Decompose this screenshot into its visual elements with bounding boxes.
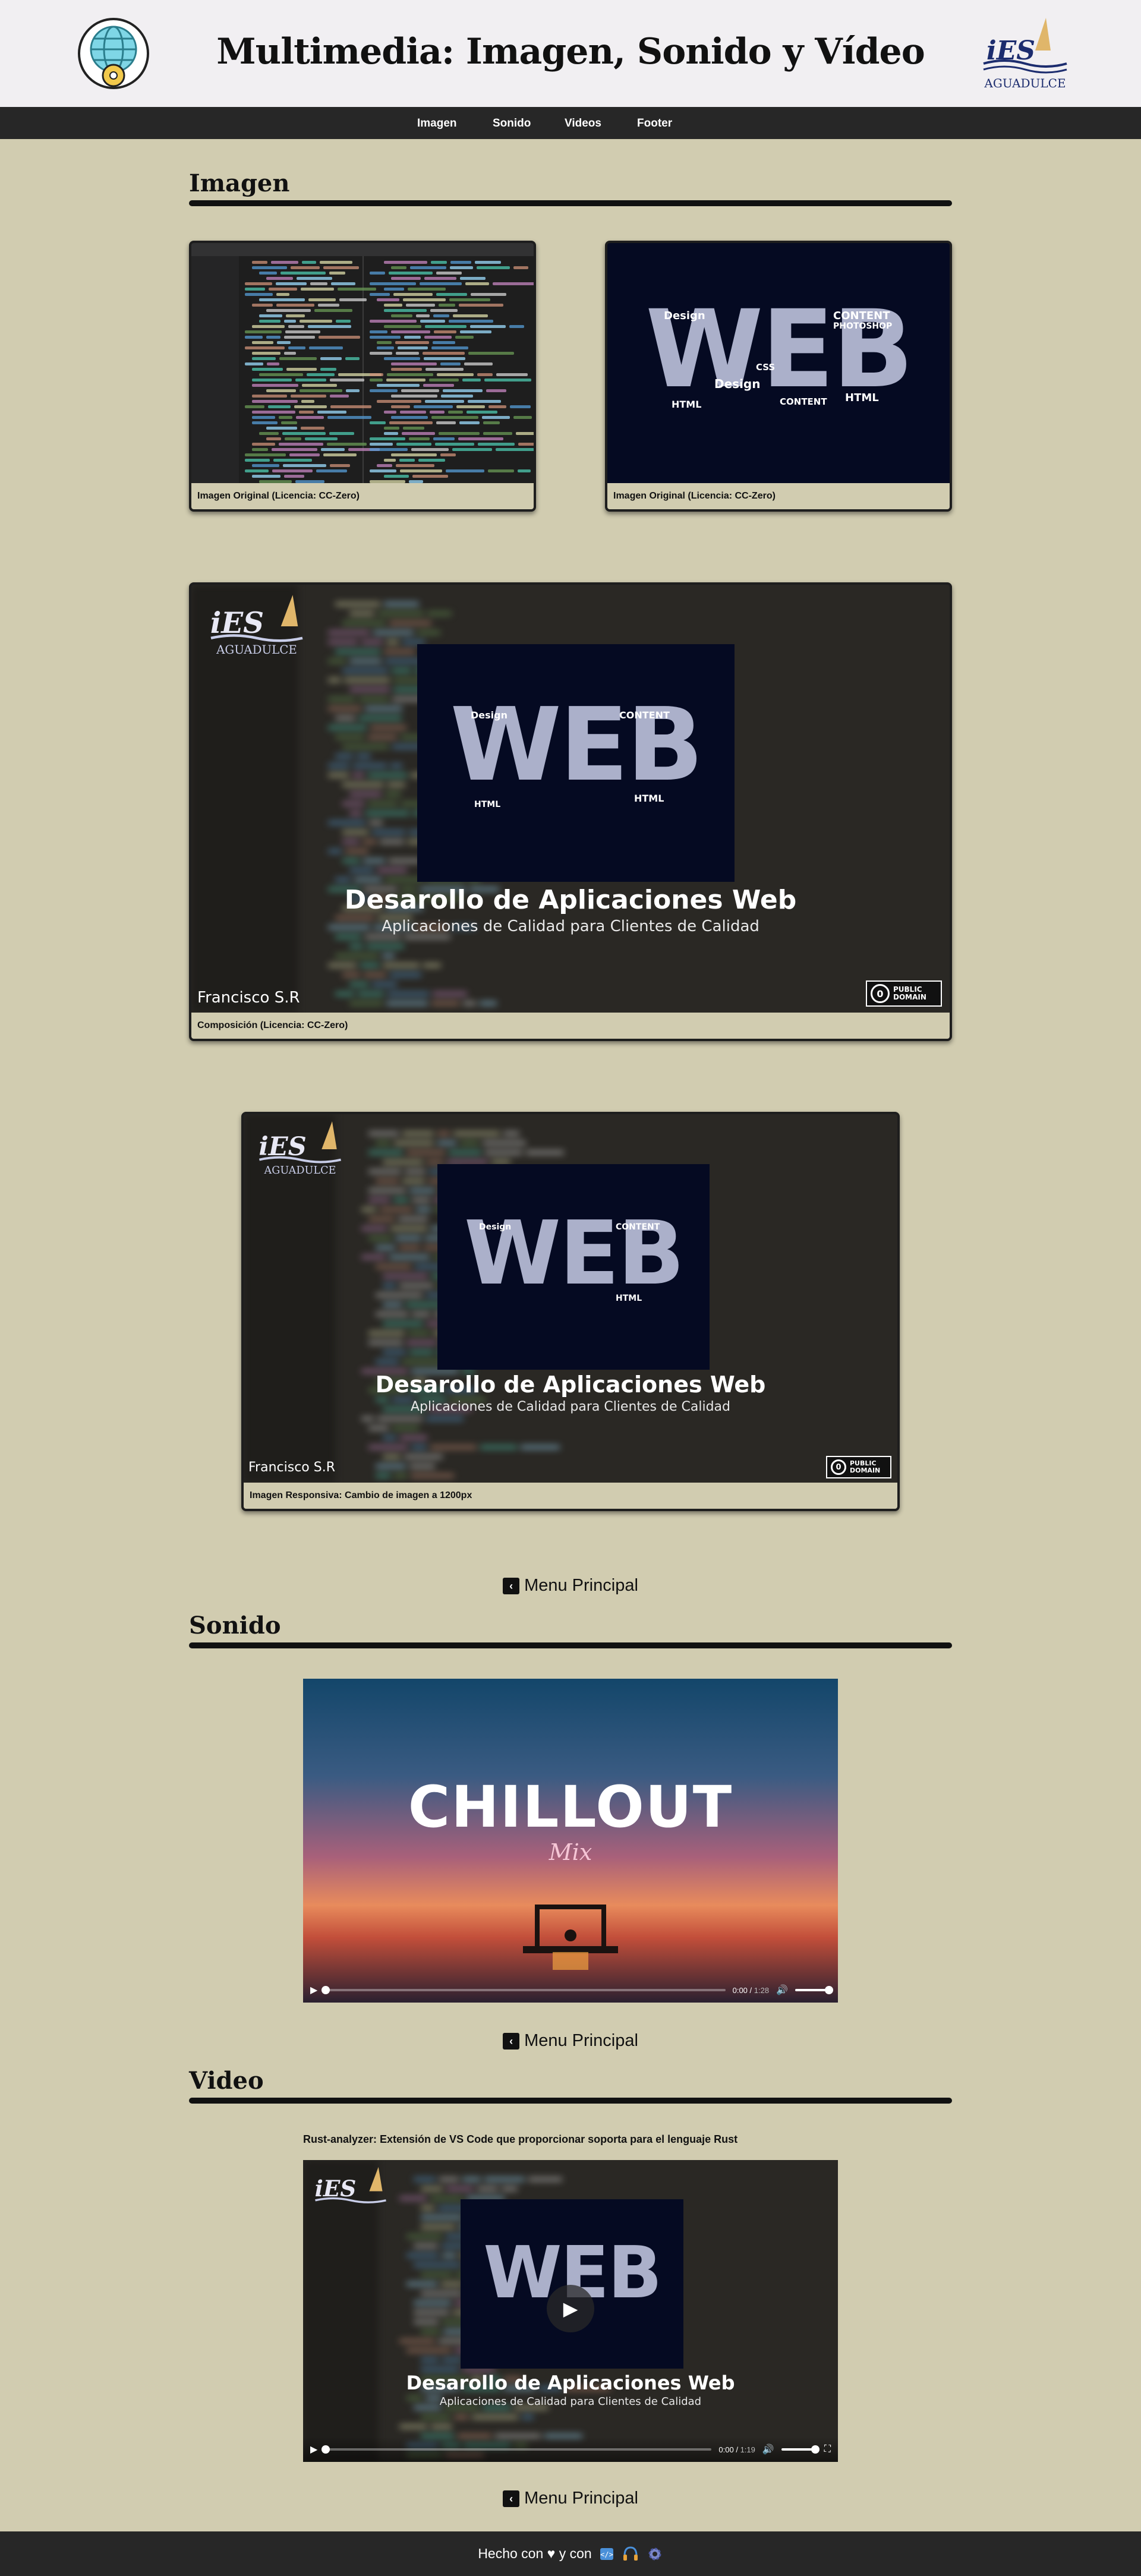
main-nav: Imagen Sonido Videos Footer xyxy=(0,107,1141,139)
video-timecode: 0:00 / 1:19 xyxy=(718,2445,755,2454)
nav-link-footer[interactable]: Footer xyxy=(637,117,672,130)
seek-knob[interactable] xyxy=(322,2445,330,2454)
chevron-left-icon: ‹ xyxy=(503,1578,520,1594)
figure-caption: Composición (Licencia: CC-Zero) xyxy=(191,1013,950,1039)
nav-link-sonido[interactable]: Sonido xyxy=(493,117,531,130)
volume-icon[interactable]: 🔊 xyxy=(776,1984,788,1996)
section-heading-video: Video xyxy=(189,2067,264,2095)
composition-title: Desarollo de Aplicaciones Web xyxy=(344,885,797,915)
composition-subtitle: Aplicaciones de Calidad para Clientes de… xyxy=(410,1399,730,1414)
audio-player[interactable]: CHILLOUT Mix ▶ 0:00 / 1:28 🔊 xyxy=(303,1679,838,2003)
svg-text:AGUADULCE: AGUADULCE xyxy=(984,76,1066,90)
figure-original-code: Imagen Original (Licencia: CC-Zero) xyxy=(189,241,536,512)
author-label: Francisco S.R xyxy=(248,1460,335,1475)
play-icon[interactable]: ▶ xyxy=(310,2443,317,2455)
ies-logo-overlay: iES AGUADULCE xyxy=(259,1121,342,1177)
gear-icon xyxy=(648,2547,661,2560)
site-footer: Hecho con ♥ y con </> xyxy=(0,2531,1141,2576)
menu-principal-link[interactable]: ‹ Menu Principal xyxy=(0,2489,1141,2508)
svg-text:AGUADULCE: AGUADULCE xyxy=(264,1165,336,1177)
audio-timecode: 0:00 / 1:28 xyxy=(732,1985,770,1995)
web-word-cloud-inset: WEB xyxy=(461,2199,683,2369)
play-overlay-icon[interactable]: ▶ xyxy=(547,2285,594,2332)
author-label: Francisco S.R xyxy=(197,989,300,1007)
composition-subtitle: Aplicaciones de Calidad para Clientes de… xyxy=(439,2395,702,2408)
composition-title: Desarollo de Aplicaciones Web xyxy=(375,1371,766,1398)
cover-title: CHILLOUT xyxy=(408,1774,733,1840)
figure-responsive: iES AGUADULCE WEB Design CONTENT HTML De… xyxy=(241,1112,900,1511)
audio-seek-bar[interactable] xyxy=(322,1986,726,1994)
figure-caption: Imagen Original (Licencia: CC-Zero) xyxy=(607,483,950,509)
video-player[interactable]: iES WEB ▶ Desarollo de Aplicaciones Web … xyxy=(303,2160,838,2462)
figure-original-web: WEB Design CONTENT PHOTOSHOP HTML CSS De… xyxy=(605,241,952,512)
play-icon[interactable]: ▶ xyxy=(310,1984,317,1996)
svg-text:</>: </> xyxy=(600,2550,613,2559)
figure-caption: Imagen Responsiva: Cambio de imagen a 12… xyxy=(244,1483,897,1509)
code-icon: </> xyxy=(600,2547,613,2560)
ies-logo-overlay: iES AGUADULCE xyxy=(210,595,303,657)
video-controls: ▶ 0:00 / 1:19 🔊 ⛶ xyxy=(303,2437,838,2462)
page-title: Multimedia: Imagen, Sonido y Vídeo xyxy=(216,31,925,72)
code-editor-image xyxy=(191,243,534,483)
public-domain-badge: 0 PUBLIC DOMAIN xyxy=(826,1456,891,1478)
volume-slider[interactable] xyxy=(781,2445,819,2454)
composition-subtitle: Aplicaciones de Calidad para Clientes de… xyxy=(382,917,759,935)
section-divider xyxy=(189,200,952,206)
video-seek-bar[interactable] xyxy=(322,2445,712,2454)
chevron-left-icon: ‹ xyxy=(503,2490,520,2507)
ies-logo-overlay: iES xyxy=(315,2167,386,2203)
volume-slider[interactable] xyxy=(795,1986,833,1994)
figure-caption: Imagen Original (Licencia: CC-Zero) xyxy=(191,483,534,509)
figure-composition: iES AGUADULCE WEB Design CONTENT HTML HT… xyxy=(189,582,952,1041)
web-word-cloud-inset: WEB Design CONTENT HTML HTML xyxy=(417,644,735,882)
composition-title: Desarollo de Aplicaciones Web xyxy=(406,2372,735,2394)
footer-text: Hecho con ♥ y con xyxy=(478,2546,592,2561)
chevron-left-icon: ‹ xyxy=(503,2033,520,2050)
section-heading-sonido: Sonido xyxy=(189,1612,281,1639)
audio-controls: ▶ 0:00 / 1:28 🔊 xyxy=(303,1978,838,2003)
public-domain-badge: 0 PUBLIC DOMAIN xyxy=(866,980,942,1007)
composition-image: iES AGUADULCE WEB Design CONTENT HTML HT… xyxy=(191,585,950,1013)
menu-principal-link[interactable]: ‹ Menu Principal xyxy=(0,2031,1141,2051)
headphones-icon xyxy=(623,2546,638,2561)
fullscreen-icon[interactable]: ⛶ xyxy=(824,2444,831,2455)
nav-link-videos[interactable]: Videos xyxy=(565,117,601,130)
menu-principal-link[interactable]: ‹ Menu Principal xyxy=(0,1576,1141,1596)
web-word-cloud-image: WEB Design CONTENT PHOTOSHOP HTML CSS De… xyxy=(607,243,950,483)
pier-silhouette xyxy=(523,1905,618,1970)
nav-link-imagen[interactable]: Imagen xyxy=(417,117,457,130)
video-title: Rust-analyzer: Extensión de VS Code que … xyxy=(303,2133,738,2145)
section-heading-imagen: Imagen xyxy=(189,169,290,197)
seek-knob[interactable] xyxy=(322,1986,330,1994)
cover-subtitle: Mix xyxy=(549,1839,592,1865)
responsive-composition-image: iES AGUADULCE WEB Design CONTENT HTML De… xyxy=(244,1114,897,1483)
web-word-cloud-inset: WEB Design CONTENT HTML xyxy=(437,1164,710,1370)
ies-aguadulce-logo: iES AGUADULCE xyxy=(983,18,1067,90)
svg-text:AGUADULCE: AGUADULCE xyxy=(216,643,297,657)
section-divider xyxy=(189,2098,952,2104)
site-header: Multimedia: Imagen, Sonido y Vídeo iES A… xyxy=(0,0,1141,107)
volume-icon[interactable]: 🔊 xyxy=(762,2443,774,2455)
section-divider xyxy=(189,1642,952,1648)
